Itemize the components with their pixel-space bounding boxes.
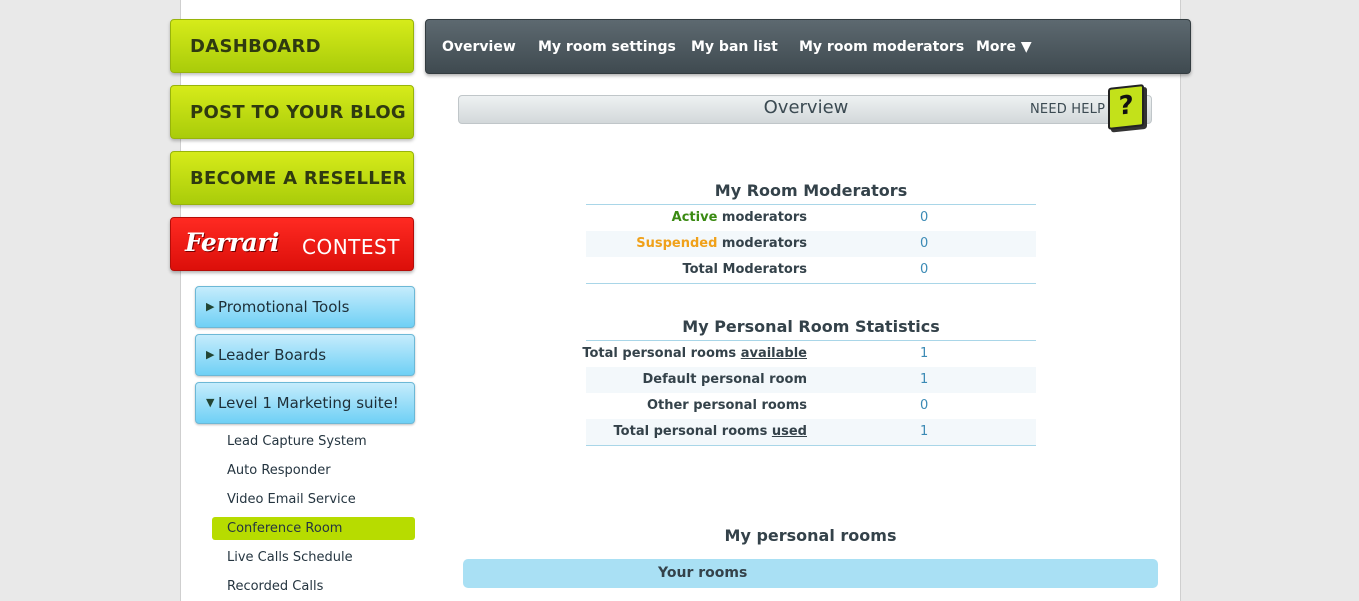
dashboard-label: DASHBOARD <box>190 36 321 57</box>
tab-more[interactable]: More ▼ <box>976 20 1032 74</box>
marketing-suite-button[interactable]: ▼ Level 1 Marketing suite! <box>195 382 415 424</box>
moderators-table: Active moderators 0 Suspended moderators… <box>586 204 1036 284</box>
total-moderators-value[interactable]: 0 <box>920 257 928 283</box>
ferrari-logo: Ferrari <box>185 228 280 257</box>
leader-boards-label: Leader Boards <box>218 346 327 364</box>
need-help-link[interactable]: NEED HELP <box>1030 102 1105 117</box>
sidebar-item-live-calls[interactable]: Live Calls Schedule <box>212 546 415 569</box>
dashboard-button[interactable]: DASHBOARD <box>170 19 414 73</box>
rooms-used-value[interactable]: 1 <box>920 419 928 445</box>
row-label: moderators <box>717 210 807 225</box>
suspended-moderators-value[interactable]: 0 <box>920 231 928 257</box>
table-row: Default personal room 1 <box>586 367 1036 393</box>
caret-right-icon: ▶ <box>206 348 215 361</box>
row-label: Other personal rooms <box>646 398 807 413</box>
stats-table: Total personal rooms available 1 Default… <box>582 340 1036 446</box>
stats-title: My Personal Room Statistics <box>682 317 940 336</box>
table-row: Total personal rooms used 1 <box>586 419 1036 445</box>
post-to-blog-button[interactable]: POST TO YOUR BLOG <box>170 85 414 139</box>
table-row: Total Moderators 0 <box>586 257 1036 283</box>
leader-boards-button[interactable]: ▶ Leader Boards <box>195 334 415 376</box>
promotional-tools-label: Promotional Tools <box>218 298 350 316</box>
tab-room-moderators[interactable]: My room moderators <box>799 20 964 74</box>
sidebar-item-conference-room[interactable]: Conference Room <box>212 517 415 540</box>
sidebar-item-lead-capture[interactable]: Lead Capture System <box>212 430 415 453</box>
your-rooms-header: Your rooms <box>463 559 1158 588</box>
sidebar-item-recorded-calls[interactable]: Recorded Calls <box>212 575 415 598</box>
become-reseller-button[interactable]: BECOME A RESELLER <box>170 151 414 205</box>
default-room-value[interactable]: 1 <box>920 367 928 393</box>
tab-ban-list[interactable]: My ban list <box>691 20 778 74</box>
tab-room-settings[interactable]: My room settings <box>538 20 676 74</box>
caret-down-icon: ▼ <box>206 396 215 409</box>
table-row: Total personal rooms available 1 <box>582 341 1036 367</box>
active-label: Active <box>671 210 718 225</box>
tab-overview[interactable]: Overview <box>442 20 516 74</box>
rooms-available-value[interactable]: 1 <box>920 341 928 367</box>
row-label: Default personal room <box>642 372 807 387</box>
contest-label: CONTEST <box>302 235 400 259</box>
help-book-icon[interactable]: ? <box>1108 84 1144 130</box>
available-label: available <box>740 346 807 361</box>
ferrari-contest-button[interactable]: Ferrari CONTEST <box>170 217 414 271</box>
caret-right-icon: ▶ <box>206 300 215 313</box>
table-row: Other personal rooms 0 <box>586 393 1036 419</box>
become-reseller-label: BECOME A RESELLER <box>190 168 407 189</box>
sidebar-item-auto-responder[interactable]: Auto Responder <box>212 459 415 482</box>
top-navigation: Overview My room settings My ban list My… <box>425 19 1191 74</box>
table-row: Suspended moderators 0 <box>586 231 1036 257</box>
table-row: Active moderators 0 <box>586 205 1036 231</box>
other-rooms-value[interactable]: 0 <box>920 393 928 419</box>
row-label: Total Moderators <box>682 262 807 277</box>
row-label: Total personal rooms <box>613 424 772 439</box>
your-rooms-label: Your rooms <box>658 565 748 581</box>
sidebar-item-video-email[interactable]: Video Email Service <box>212 488 415 511</box>
personal-rooms-title: My personal rooms <box>724 526 897 545</box>
post-to-blog-label: POST TO YOUR BLOG <box>190 102 407 123</box>
row-label: moderators <box>717 236 807 251</box>
suspended-label: Suspended <box>636 236 718 251</box>
question-mark-icon: ? <box>1118 90 1134 122</box>
marketing-suite-label: Level 1 Marketing suite! <box>218 394 399 412</box>
row-label: Total personal rooms <box>582 346 741 361</box>
moderators-title: My Room Moderators <box>714 181 908 200</box>
active-moderators-value[interactable]: 0 <box>920 205 928 231</box>
overview-header: Overview NEED HELP <box>458 95 1152 124</box>
promotional-tools-button[interactable]: ▶ Promotional Tools <box>195 286 415 328</box>
used-label: used <box>771 424 807 439</box>
